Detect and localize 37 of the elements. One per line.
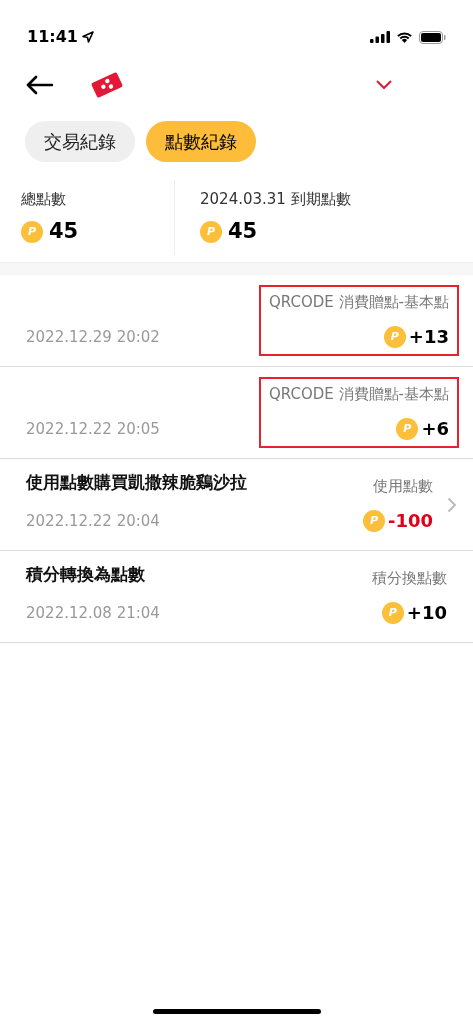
- summary-label: 2024.03.31 到期點數: [200, 188, 351, 210]
- record-row[interactable]: 積分轉換為點數 2022.12.08 21:04 積分換點數 P +10: [0, 551, 473, 643]
- coin-icon: P: [383, 325, 406, 348]
- record-category: 使用點數: [373, 475, 433, 497]
- coin-icon: P: [21, 220, 43, 243]
- record-title: 積分轉換為點數: [26, 563, 146, 586]
- record-category: QRCODE 消費贈點-基本點: [269, 291, 449, 313]
- back-arrow-icon: [25, 75, 53, 95]
- tab[interactable]: 點數紀錄: [146, 121, 256, 162]
- record-points: +10: [406, 601, 447, 626]
- record-date: 2022.12.22 20:05: [26, 418, 161, 440]
- record-date: 2022.12.22 20:04: [26, 510, 161, 532]
- tab[interactable]: 交易紀錄: [25, 121, 135, 162]
- coin-icon: P: [200, 220, 222, 243]
- record-points: +6: [421, 417, 449, 442]
- record-row[interactable]: 2022.12.22 20:05 QRCODE 消費贈點-基本點 P +6: [0, 367, 473, 459]
- record-category: 積分換點數: [372, 567, 447, 589]
- record-points: +13: [408, 325, 449, 350]
- coin-icon: P: [362, 509, 385, 532]
- coin-icon: P: [396, 417, 419, 440]
- status-time: 11:41: [27, 26, 78, 48]
- wifi-icon: [396, 31, 413, 43]
- dropdown-caret-icon[interactable]: [376, 80, 392, 90]
- coin-icon: P: [381, 601, 404, 624]
- record-row[interactable]: 使用點數購買凱撒辣脆鷄沙拉 2022.12.22 20:04 使用點數 P -100: [0, 459, 473, 551]
- battery-icon: [419, 30, 446, 44]
- record-category: QRCODE 消費贈點-基本點: [269, 383, 449, 405]
- record-date: 2022.12.08 21:04: [26, 602, 161, 624]
- location-icon: [81, 31, 94, 43]
- record-row[interactable]: 2022.12.29 20:02 QRCODE 消費贈點-基本點 P +13: [0, 275, 473, 367]
- record-date: 2022.12.29 20:02: [26, 326, 161, 348]
- signal-icon: [370, 31, 390, 43]
- record-title: 使用點數購買凱撒辣脆鷄沙拉: [26, 471, 248, 494]
- summary-label: 總點數: [21, 188, 67, 210]
- summary-value: 45: [49, 218, 79, 245]
- summary-value: 45: [228, 218, 258, 245]
- record-points: -100: [387, 509, 433, 534]
